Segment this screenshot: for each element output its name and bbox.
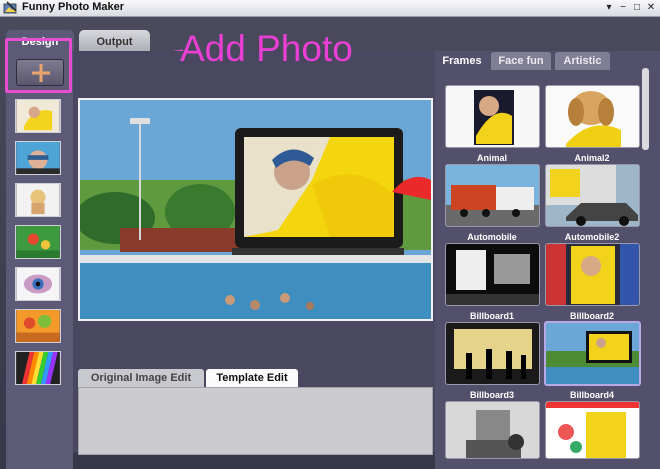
photo-thumbnail[interactable] — [15, 99, 61, 133]
frame-thumbnail[interactable] — [545, 401, 640, 459]
frame-label: Animal — [476, 153, 507, 163]
add-photo-highlight — [5, 38, 72, 93]
frame-thumbnail[interactable] — [545, 85, 640, 148]
photo-thumbnail[interactable] — [15, 225, 61, 259]
photo-thumbnail[interactable] — [15, 309, 61, 343]
photo-app-icon — [3, 1, 17, 14]
tab-artistic[interactable]: Artistic — [555, 52, 610, 70]
frame-label: Billboard1 — [469, 311, 514, 321]
minimize-icon[interactable]: − — [616, 1, 630, 15]
frame-thumbnail-selected[interactable] — [544, 321, 641, 386]
frame-thumbnail[interactable] — [445, 85, 540, 148]
edit-area — [78, 387, 433, 455]
frame-thumbnail[interactable] — [445, 243, 540, 306]
tab-template-edit[interactable]: Template Edit — [206, 369, 298, 387]
frame-thumbnail[interactable] — [445, 164, 540, 227]
tab-original-image-edit[interactable]: Original Image Edit — [78, 369, 204, 387]
frame-thumbnail[interactable] — [445, 322, 540, 385]
templates-scrollbar[interactable] — [642, 68, 649, 150]
add-photo-callout: Add Photo — [180, 28, 353, 69]
photo-thumbnail[interactable] — [15, 351, 61, 385]
frame-thumbnail[interactable] — [445, 401, 540, 459]
preview-image[interactable] — [78, 98, 433, 321]
window-title: Funny Photo Maker — [22, 1, 125, 13]
frame-label: Automobile2 — [564, 232, 620, 242]
photo-thumbnail[interactable] — [15, 183, 61, 217]
photo-sidebar — [6, 53, 73, 469]
frame-label: Billboard4 — [569, 390, 614, 400]
maximize-icon[interactable]: □ — [630, 1, 644, 15]
frame-thumbnail[interactable] — [545, 164, 640, 227]
tab-frames[interactable]: Frames — [436, 52, 488, 70]
photo-thumbnail[interactable] — [15, 267, 61, 301]
frame-label: Automobile — [467, 232, 517, 242]
menu-icon[interactable]: ▾ — [602, 1, 616, 15]
frame-label: Animal2 — [574, 153, 610, 163]
photo-thumbnail[interactable] — [15, 141, 61, 175]
close-icon[interactable]: ✕ — [644, 1, 658, 15]
title-bar: Funny Photo Maker ▾ − □ ✕ — [0, 0, 660, 17]
tab-face-fun[interactable]: Face fun — [491, 52, 551, 70]
frame-thumbnail[interactable] — [545, 243, 640, 306]
pool-billboard-scene — [80, 100, 431, 319]
frame-label: Billboard3 — [469, 390, 514, 400]
frame-label: Billboard2 — [569, 311, 614, 321]
